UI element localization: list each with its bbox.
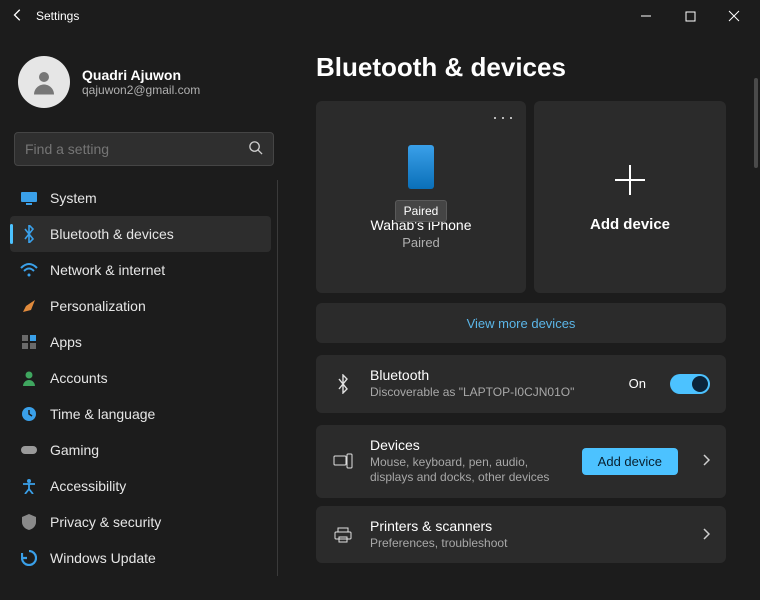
add-device-label: Add device bbox=[590, 216, 670, 233]
sidebar-item-accounts[interactable]: Accounts bbox=[10, 360, 271, 396]
search-icon bbox=[248, 140, 263, 158]
bluetooth-row: Bluetooth Discoverable as "LAPTOP-I0CJN0… bbox=[316, 355, 726, 413]
sidebar-item-network-internet[interactable]: Network & internet bbox=[10, 252, 271, 288]
paired-tooltip: Paired bbox=[395, 200, 448, 222]
bluetooth-title: Bluetooth bbox=[370, 367, 613, 383]
titlebar: Settings bbox=[0, 0, 760, 32]
devices-row[interactable]: Devices Mouse, keyboard, pen, audio, dis… bbox=[316, 425, 726, 498]
chevron-right-icon bbox=[702, 453, 710, 469]
main-content: Bluetooth & devices ··· Paired Wahab's i… bbox=[288, 32, 760, 600]
accessibility-icon bbox=[20, 477, 38, 495]
minimize-button[interactable] bbox=[624, 0, 668, 32]
bluetooth-toggle[interactable] bbox=[670, 374, 710, 394]
sidebar-item-system[interactable]: System bbox=[10, 180, 271, 216]
sidebar-item-apps[interactable]: Apps bbox=[10, 324, 271, 360]
nav-label: Accounts bbox=[50, 370, 108, 386]
plus-icon bbox=[611, 161, 649, 202]
scrollbar[interactable] bbox=[754, 78, 758, 168]
nav-label: Time & language bbox=[50, 406, 155, 422]
page-title: Bluetooth & devices bbox=[316, 52, 744, 83]
view-more-label: View more devices bbox=[467, 316, 576, 331]
search-box[interactable] bbox=[14, 132, 274, 166]
nav-label: System bbox=[50, 190, 97, 206]
device-more-icon[interactable]: ··· bbox=[492, 107, 516, 128]
nav-label: Gaming bbox=[50, 442, 99, 458]
nav-label: Windows Update bbox=[50, 550, 156, 566]
devices-icon bbox=[332, 453, 354, 469]
nav-label: Personalization bbox=[50, 298, 146, 314]
sidebar-item-privacy-security[interactable]: Privacy & security bbox=[10, 504, 271, 540]
sidebar-item-gaming[interactable]: Gaming bbox=[10, 432, 271, 468]
add-device-button[interactable]: Add device bbox=[582, 448, 678, 475]
update-icon bbox=[20, 549, 38, 567]
add-device-card[interactable]: Add device bbox=[534, 101, 726, 293]
search-input[interactable] bbox=[25, 141, 248, 157]
maximize-button[interactable] bbox=[668, 0, 712, 32]
printers-subtitle: Preferences, troubleshoot bbox=[370, 536, 678, 552]
profile-block[interactable]: Quadri Ajuwon qajuwon2@gmail.com bbox=[10, 48, 278, 124]
sidebar: Quadri Ajuwon qajuwon2@gmail.com System B… bbox=[0, 32, 288, 600]
sidebar-item-time-language[interactable]: Time & language bbox=[10, 396, 271, 432]
view-more-devices[interactable]: View more devices bbox=[316, 303, 726, 343]
clock-icon bbox=[20, 405, 38, 423]
printers-title: Printers & scanners bbox=[370, 518, 678, 534]
close-button[interactable] bbox=[712, 0, 756, 32]
profile-name: Quadri Ajuwon bbox=[82, 67, 200, 83]
back-button[interactable] bbox=[4, 8, 32, 25]
avatar bbox=[18, 56, 70, 108]
shield-icon bbox=[20, 513, 38, 531]
nav-list: System Bluetooth & devices Network & inter… bbox=[10, 180, 278, 576]
devices-subtitle: Mouse, keyboard, pen, audio, displays an… bbox=[370, 455, 566, 486]
nav-label: Apps bbox=[50, 334, 82, 350]
paired-device-card[interactable]: ··· Paired Wahab's iPhone Paired bbox=[316, 101, 526, 293]
sidebar-item-accessibility[interactable]: Accessibility bbox=[10, 468, 271, 504]
chevron-right-icon bbox=[702, 527, 710, 543]
devices-title: Devices bbox=[370, 437, 566, 453]
bluetooth-icon bbox=[20, 225, 38, 243]
sidebar-item-personalization[interactable]: Personalization bbox=[10, 288, 271, 324]
nav-label: Privacy & security bbox=[50, 514, 161, 530]
sidebar-item-bluetooth-devices[interactable]: Bluetooth & devices bbox=[10, 216, 271, 252]
wifi-icon bbox=[20, 261, 38, 279]
nav-label: Network & internet bbox=[50, 262, 165, 278]
bluetooth-subtitle: Discoverable as "LAPTOP-I0CJN01O" bbox=[370, 385, 613, 401]
gamepad-icon bbox=[20, 441, 38, 459]
phone-icon bbox=[408, 145, 434, 189]
brush-icon bbox=[20, 297, 38, 315]
nav-label: Accessibility bbox=[50, 478, 126, 494]
nav-label: Bluetooth & devices bbox=[50, 226, 174, 242]
apps-icon bbox=[20, 333, 38, 351]
device-status: Paired bbox=[402, 235, 440, 250]
monitor-icon bbox=[20, 189, 38, 207]
printer-icon bbox=[332, 527, 354, 543]
bluetooth-icon bbox=[332, 374, 354, 394]
bluetooth-toggle-label: On bbox=[629, 376, 646, 391]
printers-row[interactable]: Printers & scanners Preferences, trouble… bbox=[316, 506, 726, 564]
sidebar-item-windows-update[interactable]: Windows Update bbox=[10, 540, 271, 576]
person-icon bbox=[20, 369, 38, 387]
window-title: Settings bbox=[36, 9, 79, 23]
profile-email: qajuwon2@gmail.com bbox=[82, 83, 200, 97]
